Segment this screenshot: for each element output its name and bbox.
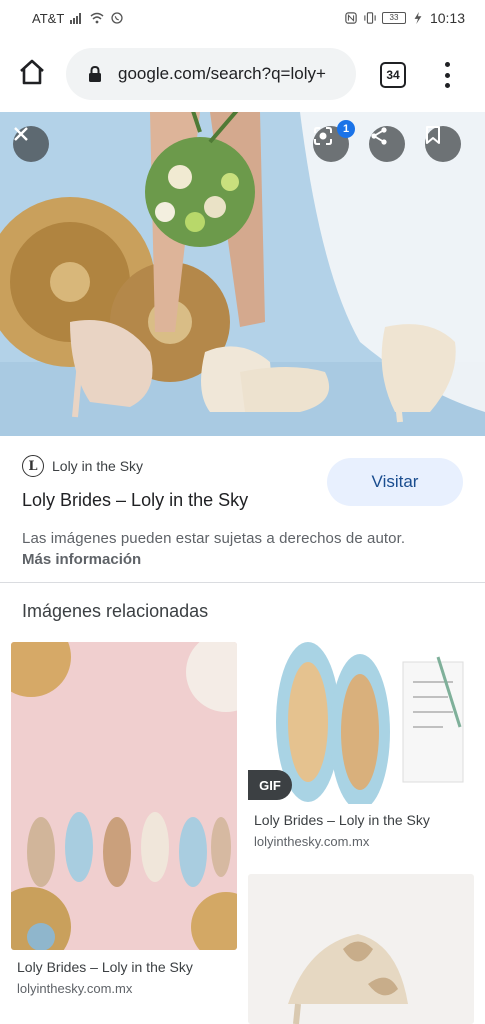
result-source: L Loly in the Sky Loly Brides – Loly in … bbox=[22, 452, 463, 510]
more-vert-icon[interactable] bbox=[438, 60, 456, 90]
browser-toolbar: google.com/search?q=loly+ 34 bbox=[0, 40, 485, 108]
copyright-notice: Las imágenes pueden estar sujetas a dere… bbox=[22, 530, 406, 547]
more-info-link[interactable]: Más información bbox=[22, 551, 141, 568]
gif-badge: GIF bbox=[248, 770, 292, 800]
battery-indicator: 33 bbox=[381, 12, 406, 24]
related-image-thumbnail bbox=[248, 874, 474, 1024]
related-images-heading: Imágenes relacionadas bbox=[22, 601, 209, 621]
vibrate-icon bbox=[364, 12, 376, 24]
page-title[interactable]: Loly Brides – Loly in the Sky bbox=[22, 490, 248, 511]
related-item-title: Loly Brides – Loly in the Sky bbox=[17, 959, 193, 975]
carrier-label: AT&T bbox=[32, 10, 65, 26]
tab-count: 34 bbox=[386, 68, 400, 82]
related-image-card[interactable]: GIF Loly Brides – Loly in the Sky lolyin… bbox=[248, 642, 474, 857]
address-bar[interactable]: google.com/search?q=loly+ bbox=[66, 48, 356, 100]
preview-image[interactable]: 1 bbox=[0, 112, 485, 436]
lens-icon bbox=[314, 127, 332, 145]
related-item-title: Loly Brides – Loly in the Sky bbox=[254, 812, 430, 828]
wifi-icon bbox=[90, 12, 104, 24]
status-bar: AT&T 33 10:13 bbox=[0, 0, 485, 36]
related-image-card[interactable]: Loly Brides – Loly in the Sky lolyinthes… bbox=[11, 642, 237, 1002]
bookmark-button[interactable] bbox=[425, 126, 461, 162]
url-text: google.com/search?q=loly+ bbox=[118, 64, 326, 83]
close-icon bbox=[14, 127, 28, 141]
related-image-card[interactable] bbox=[248, 874, 474, 1024]
close-button[interactable] bbox=[13, 126, 49, 162]
site-name: Loly in the Sky bbox=[52, 458, 144, 474]
share-button[interactable] bbox=[369, 126, 405, 162]
site-logo: L bbox=[22, 455, 44, 477]
lens-button[interactable]: 1 bbox=[313, 120, 355, 162]
bookmark-icon bbox=[426, 126, 440, 144]
charging-icon bbox=[414, 12, 422, 24]
signal-icon bbox=[70, 13, 82, 24]
clock: 10:13 bbox=[429, 10, 465, 26]
related-item-domain: lolyinthesky.com.mx bbox=[17, 981, 133, 996]
visit-button[interactable]: Visitar bbox=[327, 458, 463, 506]
share-icon bbox=[371, 127, 387, 145]
related-item-domain: lolyinthesky.com.mx bbox=[254, 834, 370, 849]
bridal-shoes-photo bbox=[0, 112, 485, 436]
home-icon[interactable] bbox=[18, 58, 46, 86]
related-image-thumbnail bbox=[11, 642, 237, 950]
nfc-icon bbox=[345, 12, 357, 24]
tab-switcher-button[interactable]: 34 bbox=[380, 62, 406, 88]
whatsapp-icon bbox=[111, 12, 123, 24]
lens-badge: 1 bbox=[337, 120, 355, 138]
divider bbox=[0, 582, 485, 583]
lock-icon bbox=[89, 66, 101, 82]
